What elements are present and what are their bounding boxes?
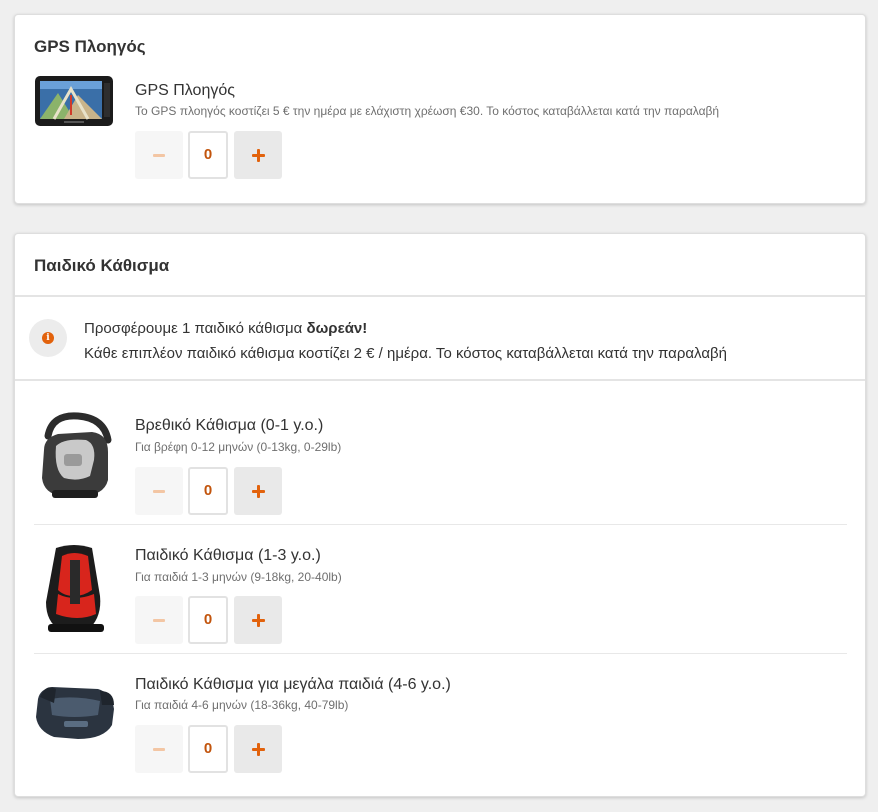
seat-item-toddler: Παιδικό Κάθισμα (1-3 y.o.) Για παιδιά 1-… — [34, 540, 847, 650]
increment-button[interactable] — [234, 725, 282, 773]
gps-section-title: GPS Πλοηγός — [34, 37, 146, 56]
row-separator — [34, 524, 847, 525]
increment-button[interactable] — [234, 131, 282, 179]
quantity-value[interactable]: 0 — [188, 131, 228, 179]
notice-line-1-text: Προσφέρουμε 1 παιδικό κάθισμα — [84, 320, 307, 337]
booster-seat-image — [36, 687, 114, 739]
minus-icon — [153, 153, 165, 157]
decrement-button[interactable] — [135, 596, 183, 644]
decrement-button[interactable] — [135, 467, 183, 515]
quantity-value[interactable]: 0 — [188, 725, 228, 773]
notice-line-1: Προσφέρουμε 1 παιδικό κάθισμα δωρεάν! — [84, 316, 727, 341]
gps-card: GPS Πλοηγός GPS Πλοηγός Το GPS πλοηγός κ… — [14, 14, 866, 204]
divider — [15, 379, 865, 381]
seat-item-name: Βρεθικό Κάθισμα (0-1 y.o.) — [135, 417, 324, 434]
notice-free-label: δωρεάν! — [306, 320, 368, 337]
seat-quantity-stepper: 0 — [135, 596, 283, 646]
free-seat-notice: Προσφέρουμε 1 παιδικό κάθισμα δωρεάν! Κά… — [84, 316, 727, 366]
increment-button[interactable] — [234, 467, 282, 515]
notice-line-2: Κάθε επιπλέον παιδικό κάθισμα κοστίζει 2… — [84, 345, 727, 362]
seat-item-name: Παιδικό Κάθισμα (1-3 y.o.) — [135, 547, 321, 564]
seat-item-description: Για παιδιά 4-6 μηνών (18-36kg, 40-79lb) — [135, 698, 349, 712]
minus-icon — [153, 747, 165, 751]
seat-item-booster: Παιδικό Κάθισμα για μεγάλα παιδιά (4-6 y… — [34, 669, 847, 779]
seat-item-description: Για βρέφη 0-12 μηνών (0-13kg, 0-29lb) — [135, 440, 342, 454]
infant-seat-image — [42, 412, 112, 498]
child-seat-card: Παιδικό Κάθισμα i Προσφέρουμε 1 παιδικό … — [14, 233, 866, 797]
info-icon: i — [29, 319, 67, 357]
gps-item: GPS Πλοηγός Το GPS πλοηγός κοστίζει 5 € … — [34, 73, 847, 193]
seat-quantity-stepper: 0 — [135, 467, 283, 517]
decrement-button[interactable] — [135, 131, 183, 179]
increment-button[interactable] — [234, 596, 282, 644]
seat-item-description: Για παιδιά 1-3 μηνών (9-18kg, 20-40lb) — [135, 570, 342, 584]
minus-icon — [153, 618, 165, 622]
seat-quantity-stepper: 0 — [135, 725, 283, 775]
quantity-value[interactable]: 0 — [188, 467, 228, 515]
child-seat-section-title: Παιδικό Κάθισμα — [34, 256, 170, 275]
row-separator — [34, 653, 847, 654]
seat-item-name: Παιδικό Κάθισμα για μεγάλα παιδιά (4-6 y… — [135, 676, 451, 693]
gps-item-description: Το GPS πλοηγός κοστίζει 5 € την ημέρα με… — [135, 104, 720, 118]
seat-item-infant: Βρεθικό Κάθισμα (0-1 y.o.) Για βρέφη 0-1… — [34, 410, 847, 520]
minus-icon — [153, 489, 165, 493]
gps-item-name: GPS Πλοηγός — [135, 82, 235, 99]
toddler-seat-image — [46, 545, 104, 632]
gps-device-image — [35, 76, 113, 126]
decrement-button[interactable] — [135, 725, 183, 773]
divider — [15, 295, 865, 297]
quantity-value[interactable]: 0 — [188, 596, 228, 644]
gps-quantity-stepper: 0 — [135, 131, 283, 181]
